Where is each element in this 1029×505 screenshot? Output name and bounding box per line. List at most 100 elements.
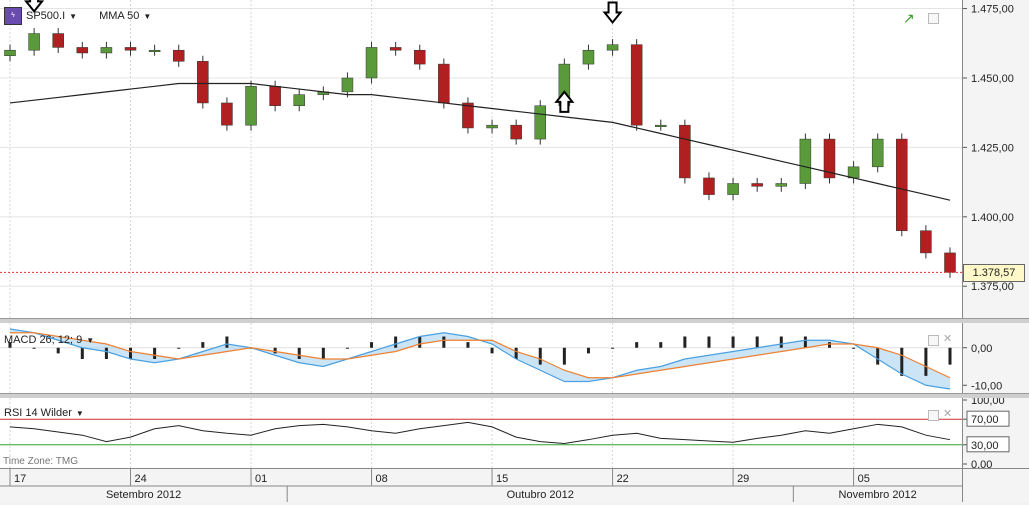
candle [703, 177, 715, 195]
day-tick-label: 01 [255, 473, 267, 485]
rsi-tick-label: 100,00 [971, 398, 1005, 407]
macd-histogram-bar [683, 336, 687, 348]
candle [799, 138, 812, 184]
candle [413, 49, 426, 65]
macd-dropdown-icon[interactable]: ▼ [86, 336, 94, 345]
month-label: Setembro 2012 [106, 489, 181, 501]
price-tick-label: 1.375,00 [971, 281, 1014, 293]
rsi-chart [0, 398, 962, 468]
candle [269, 86, 281, 106]
last-price-label: 1.378,57 [963, 264, 1025, 283]
macd-histogram-bar [370, 342, 374, 348]
month-label: Novembro 2012 [839, 489, 917, 501]
macd-histogram-bar [297, 347, 301, 359]
price-tick-label: 1.475,00 [971, 4, 1014, 16]
rsi-label[interactable]: RSI 14 Wilder [4, 407, 72, 419]
day-tick-label: 29 [737, 473, 749, 485]
price-tick-label: 1.425,00 [971, 142, 1014, 154]
candle [293, 94, 305, 106]
candle [197, 61, 209, 104]
macd-histogram-bar [129, 347, 133, 359]
candle [655, 124, 667, 127]
macd-histogram-bar [394, 336, 398, 348]
candle [76, 47, 89, 54]
macd-histogram-bar [852, 347, 856, 349]
macd-maximize-icon[interactable] [928, 335, 939, 346]
chart-symbol-icon[interactable]: ϟ [4, 7, 22, 25]
macd-histogram-bar [104, 347, 108, 359]
price-header: ϟ SP500.I ▼ MMA 50 ▼ [4, 7, 151, 25]
macd-histogram-bar [225, 336, 229, 348]
rsi-maximize-icon[interactable] [928, 410, 939, 421]
macd-histogram-bar [442, 336, 446, 348]
indicator-dropdown-icon[interactable]: ▼ [143, 12, 151, 21]
candle [534, 105, 547, 140]
macd-histogram-bar [876, 347, 880, 365]
macd-histogram-bar [755, 336, 759, 348]
macd-tick-label: -10,00 [971, 380, 1002, 392]
rsi-dropdown-icon[interactable]: ▼ [76, 409, 84, 418]
trend-icon[interactable]: ↗ [903, 10, 915, 27]
candle [920, 230, 932, 254]
candle [486, 124, 498, 129]
candle [28, 33, 40, 51]
maximize-icon[interactable] [928, 13, 939, 24]
candle [727, 183, 739, 195]
candle [606, 44, 619, 51]
macd-histogram-bar [538, 347, 542, 365]
macd-histogram-bar [659, 342, 663, 348]
day-tick-label: 08 [376, 473, 388, 485]
macd-histogram-bar [321, 347, 325, 359]
macd-histogram-bar [948, 347, 952, 365]
price-tick-label: 1.400,00 [971, 212, 1014, 224]
price-pane[interactable]: ϟ SP500.I ▼ MMA 50 ▼ ↗ [0, 0, 962, 318]
candle [896, 138, 908, 231]
candle [52, 33, 64, 48]
date-axis[interactable]: 17 24 01 08 15 22 29 05 Setembro 2012 Outubro 201… [0, 468, 962, 502]
candle [124, 47, 137, 51]
macd-label[interactable]: MACD 26; 12; 9 [4, 334, 82, 346]
symbol-label[interactable]: SP500.I [26, 10, 65, 22]
candle [245, 86, 257, 126]
rsi-tick-label: 0,00 [971, 459, 992, 468]
day-tick-label: 05 [858, 473, 870, 485]
candle [751, 183, 763, 187]
macd-close-icon[interactable]: ✕ [943, 332, 952, 345]
candle [847, 166, 860, 179]
rsi-tick-label: 70,00 [971, 414, 999, 426]
candle [148, 49, 161, 52]
signal-line [10, 332, 951, 379]
macd-histogram-bar [153, 347, 157, 359]
rsi-tick-label: 30,00 [971, 440, 999, 452]
candle [630, 44, 643, 126]
price-tick-label: 1.450,00 [971, 73, 1014, 85]
macd-histogram-bar [827, 342, 831, 348]
macd-pane[interactable]: MACD 26; 12; 9 ▼ ✕ [0, 323, 962, 393]
candle [389, 47, 402, 51]
symbol-dropdown-icon[interactable]: ▼ [69, 12, 77, 21]
macd-histogram-bar [707, 336, 711, 348]
macd-histogram-bar [731, 336, 735, 348]
macd-histogram-bar [924, 347, 928, 376]
macd-axis: 0,00 -10,00 [962, 323, 1029, 393]
candle [4, 49, 16, 57]
macd-histogram-bar [900, 347, 904, 376]
day-tick-label: 22 [617, 473, 629, 485]
candle [341, 77, 354, 93]
macd-histogram-bar [803, 336, 807, 348]
indicator-label[interactable]: MMA 50 [99, 10, 139, 22]
day-tick-label: 17 [14, 473, 26, 485]
macd-histogram-bar [80, 347, 84, 359]
rsi-header: RSI 14 Wilder ▼ [4, 407, 84, 419]
candle [365, 47, 378, 79]
macd-header: MACD 26; 12; 9 ▼ [4, 334, 94, 346]
macd-histogram-bar [466, 342, 470, 348]
candle [582, 49, 595, 65]
macd-histogram-bar [514, 347, 518, 359]
rsi-close-icon[interactable]: ✕ [943, 407, 952, 420]
rsi-pane[interactable]: RSI 14 Wilder ▼ ✕ [0, 398, 962, 468]
axis-corner [962, 468, 1029, 502]
candle [871, 138, 884, 168]
month-label: Outubro 2012 [507, 489, 574, 501]
rsi-axis: 100,00 70,00 30,00 0,00 [962, 395, 1029, 471]
